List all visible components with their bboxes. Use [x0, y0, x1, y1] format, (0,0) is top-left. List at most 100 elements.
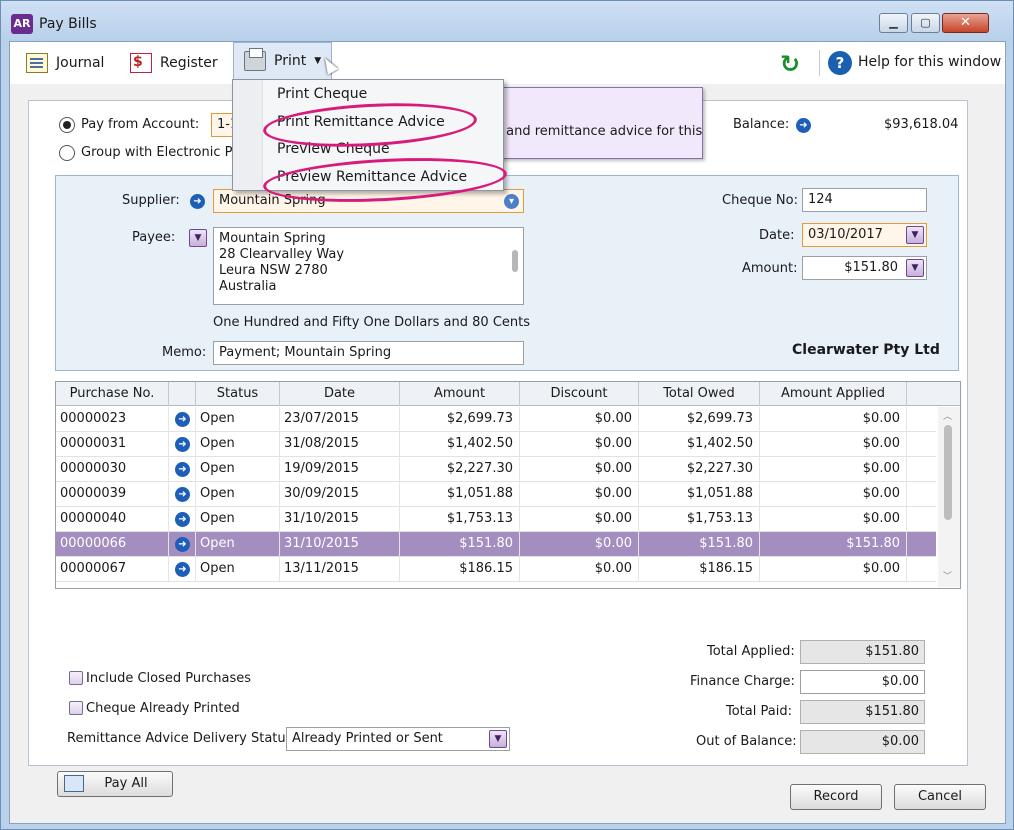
payee-address-box[interactable]: Mountain Spring 28 Clearvalley Way Leura… [213, 227, 524, 305]
cell-amount: $2,227.30 [400, 457, 520, 482]
purchase-link-arrow-icon[interactable]: ➜ [175, 437, 190, 452]
cell-date: 31/08/2015 [280, 432, 400, 457]
table-row[interactable]: 00000031 ➜ Open 31/08/2015 $1,402.50 $0.00 $1,… [56, 432, 936, 457]
cell-amount: $151.80 [400, 532, 520, 557]
group-electronic-radio[interactable] [59, 145, 75, 161]
col-total-owed[interactable]: Total Owed [639, 382, 760, 406]
payee-scrollbar[interactable] [509, 230, 521, 302]
amount-dropdown-button[interactable]: ▼ [906, 259, 924, 277]
cancel-button[interactable]: Cancel [894, 784, 986, 810]
col-date[interactable]: Date [280, 382, 400, 406]
pay-all-label: Pay All [104, 776, 148, 791]
cell-link[interactable]: ➜ [169, 482, 196, 507]
include-closed-label: Include Closed Purchases [86, 671, 252, 686]
cell-amount-applied: $0.00 [760, 557, 907, 582]
supplier-arrow-icon[interactable]: ➜ [190, 194, 205, 209]
pay-all-button[interactable]: Pay All [57, 771, 173, 797]
amount-label: Amount: [742, 261, 798, 276]
cell-status: Open [196, 532, 280, 557]
cell-link[interactable]: ➜ [169, 507, 196, 532]
include-closed-checkbox[interactable] [69, 671, 83, 685]
cell-discount: $0.00 [520, 557, 639, 582]
col-purchase-no[interactable]: Purchase No. [56, 382, 169, 406]
print-label: Print [274, 53, 307, 69]
table-row[interactable]: 00000023 ➜ Open 23/07/2015 $2,699.73 $0.00 $2,… [56, 407, 936, 432]
register-button[interactable]: Register [130, 51, 218, 75]
cell-amount-applied: $0.00 [760, 407, 907, 432]
cell-status: Open [196, 507, 280, 532]
remittance-dropdown-button[interactable]: ▼ [489, 730, 507, 748]
purchase-link-arrow-icon[interactable]: ➜ [175, 487, 190, 502]
col-status[interactable]: Status [196, 382, 280, 406]
scroll-down-icon[interactable]: ﹀ [943, 569, 952, 582]
out-of-balance-value: $0.00 [800, 730, 925, 754]
table-row[interactable]: 00000039 ➜ Open 30/09/2015 $1,051.88 $0.00 $1,… [56, 482, 936, 507]
cell-discount: $0.00 [520, 532, 639, 557]
cheque-no-label: Cheque No: [722, 193, 798, 208]
purchase-link-arrow-icon[interactable]: ➜ [175, 562, 190, 577]
purchase-link-arrow-icon[interactable]: ➜ [175, 512, 190, 527]
cell-link[interactable]: ➜ [169, 557, 196, 582]
col-link[interactable] [169, 382, 196, 406]
pay-from-account-radio[interactable] [59, 117, 75, 133]
cheque-printed-checkbox[interactable] [69, 701, 83, 715]
purchase-link-arrow-icon[interactable]: ➜ [175, 537, 190, 552]
balance-arrow-icon[interactable]: ➜ [796, 118, 811, 133]
scroll-thumb[interactable] [512, 250, 518, 272]
cell-date: 19/09/2015 [280, 457, 400, 482]
cell-amount-applied: $0.00 [760, 432, 907, 457]
col-amount[interactable]: Amount [400, 382, 520, 406]
scroll-up-icon[interactable]: ︿ [943, 409, 952, 422]
journal-button[interactable]: Journal [26, 51, 104, 75]
help-icon[interactable]: ? [828, 51, 852, 75]
cell-link[interactable]: ➜ [169, 407, 196, 432]
cell-amount-applied: $151.80 [760, 532, 907, 557]
minimize-button[interactable]: ▁ [879, 13, 908, 33]
title-bar[interactable]: AR Pay Bills ▁ ▢ ✕ [1, 1, 1013, 41]
col-amount-applied[interactable]: Amount Applied [760, 382, 907, 406]
remittance-status-select[interactable]: Already Printed or Sent [286, 727, 510, 751]
memo-label: Memo: [162, 345, 207, 360]
finance-charge-field[interactable]: $0.00 [800, 670, 925, 694]
payee-dropdown-button[interactable]: ▼ [189, 229, 207, 247]
refresh-icon[interactable]: ↻ [780, 50, 800, 78]
date-dropdown-button[interactable]: ▼ [906, 226, 924, 244]
cheque-no-field[interactable]: 124 [802, 188, 927, 212]
table-row[interactable]: 00000066 ➜ Open 31/10/2015 $151.80 $0.00 $151.… [56, 532, 936, 557]
memo-field[interactable]: Payment; Mountain Spring [213, 341, 524, 365]
print-tooltip: e and remittance advice for this [491, 87, 703, 159]
cell-link[interactable]: ➜ [169, 532, 196, 557]
tooltip-text: e and remittance advice for this [494, 124, 703, 139]
record-button[interactable]: Record [790, 784, 882, 810]
cell-total-owed: $1,051.88 [639, 482, 760, 507]
cell-amount: $2,699.73 [400, 407, 520, 432]
menu-item-print-cheque[interactable]: Print Cheque [277, 86, 367, 102]
table-row[interactable]: 00000067 ➜ Open 13/11/2015 $186.15 $0.00 $186.… [56, 557, 936, 582]
total-applied-label: Total Applied: [707, 644, 795, 659]
cell-link[interactable]: ➜ [169, 457, 196, 482]
supplier-dropdown-icon[interactable]: ▾ [504, 194, 519, 209]
maximize-button[interactable]: ▢ [911, 13, 940, 33]
cell-discount: $0.00 [520, 432, 639, 457]
amount-in-words: One Hundred and Fifty One Dollars and 80… [213, 315, 531, 330]
purchase-link-arrow-icon[interactable]: ➜ [175, 412, 190, 427]
help-link[interactable]: Help for this window [858, 54, 1001, 70]
col-discount[interactable]: Discount [520, 382, 639, 406]
finance-charge-label: Finance Charge: [690, 674, 795, 689]
table-row[interactable]: 00000040 ➜ Open 31/10/2015 $1,753.13 $0.00 $1,… [56, 507, 936, 532]
minimize-icon: ▁ [889, 16, 898, 29]
purchase-link-arrow-icon[interactable]: ➜ [175, 462, 190, 477]
pay-bills-window: AR Pay Bills ▁ ▢ ✕ Journal Register Prin… [0, 0, 1014, 830]
cell-status: Open [196, 407, 280, 432]
payee-line: 28 Clearvalley Way [219, 247, 345, 262]
close-button[interactable]: ✕ [942, 13, 989, 33]
group-electronic-label: Group with Electronic Pay [81, 145, 248, 160]
table-scrollbar[interactable]: ︿ ﹀ [938, 407, 960, 587]
print-button[interactable]: Print ▼ [233, 42, 333, 80]
cell-link[interactable]: ➜ [169, 432, 196, 457]
payee-line: Mountain Spring [219, 231, 326, 246]
printer-icon [244, 48, 266, 71]
cell-amount-applied: $0.00 [760, 457, 907, 482]
table-row[interactable]: 00000030 ➜ Open 19/09/2015 $2,227.30 $0.00 $2,… [56, 457, 936, 482]
scroll-thumb[interactable] [944, 425, 952, 520]
